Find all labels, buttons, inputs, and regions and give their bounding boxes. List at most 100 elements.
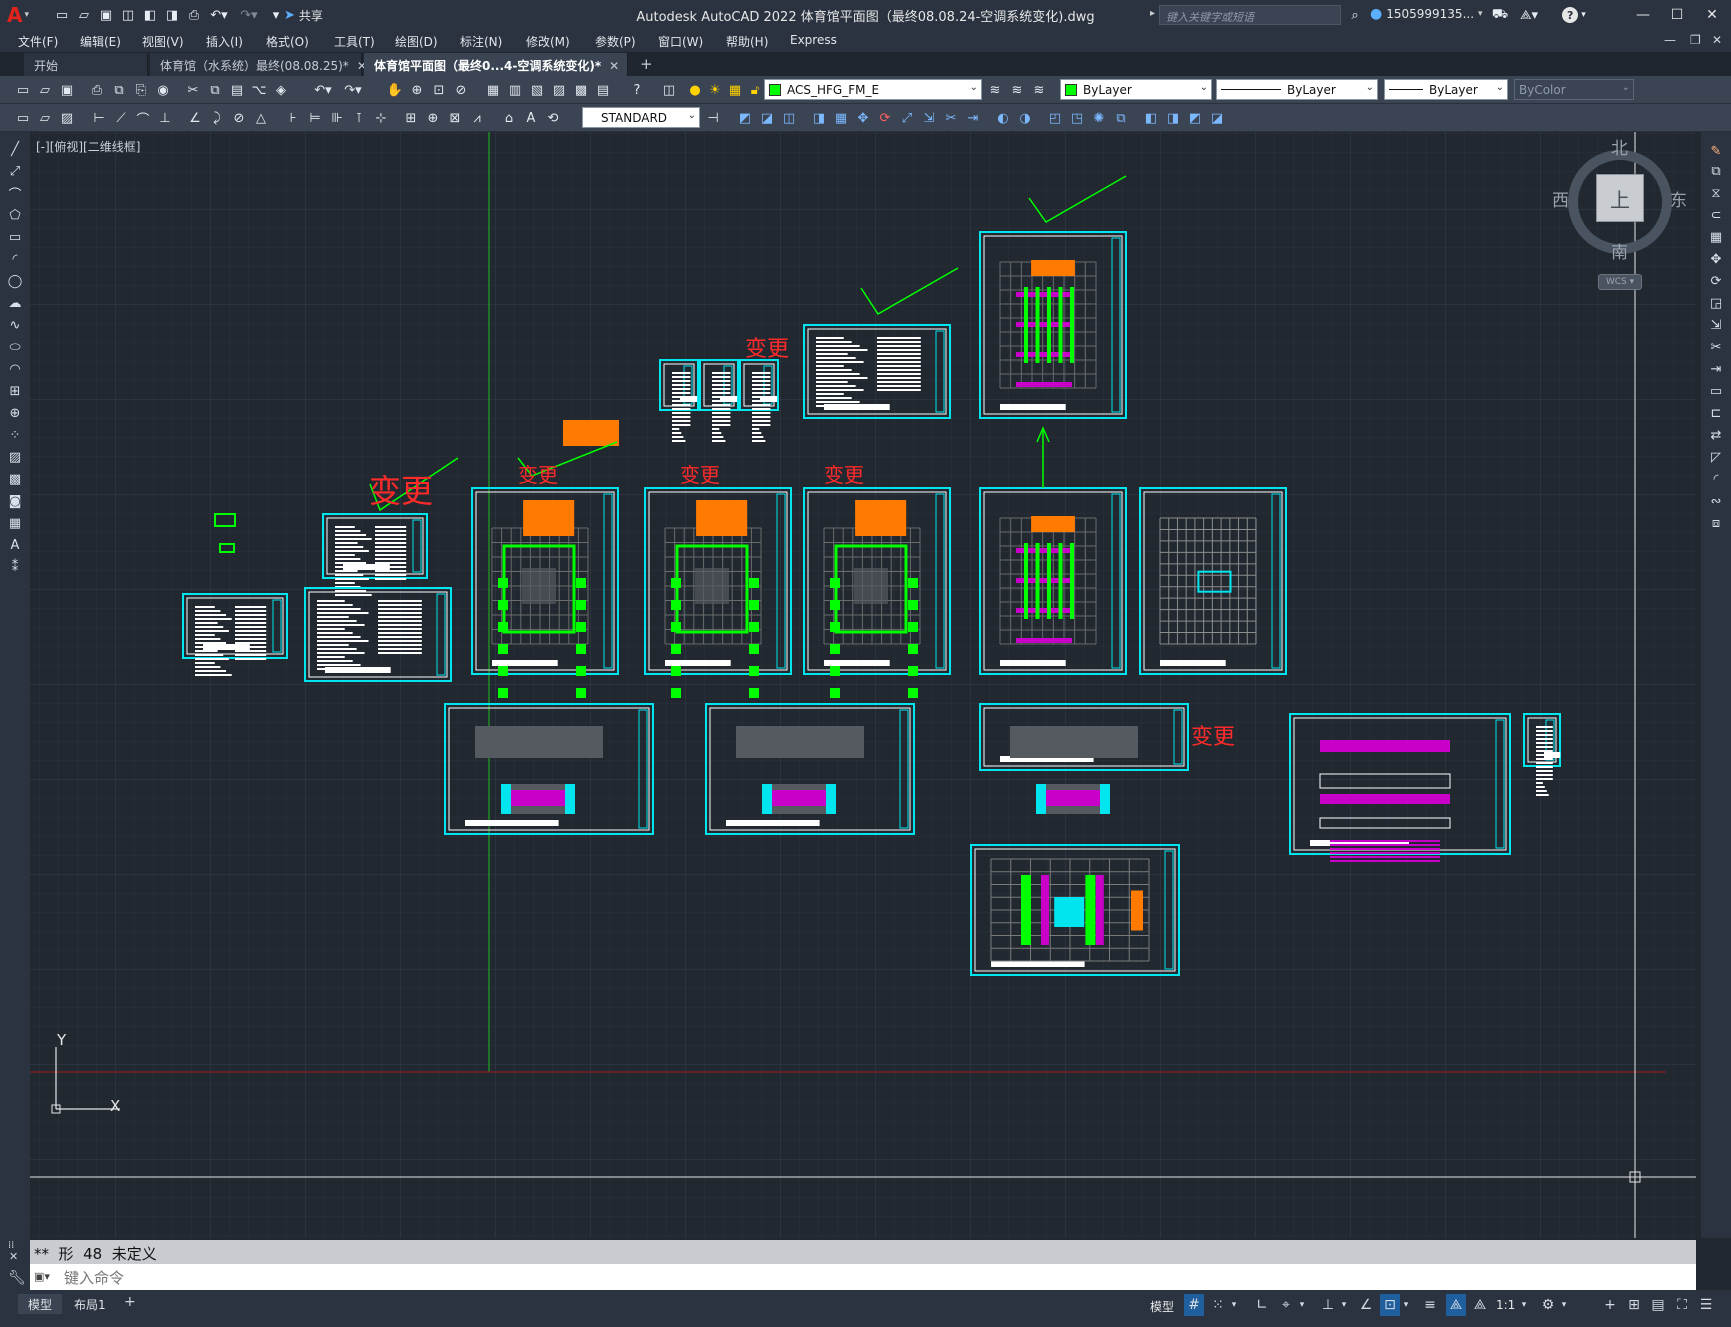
plot-icon[interactable]: ⎙ xyxy=(184,5,204,25)
command-window-handle[interactable]: ⁞⁞ ✕ 🔧︎ xyxy=(0,1238,30,1290)
linear-dimension-icon[interactable]: ⊢ xyxy=(90,109,108,127)
annotation-visibility-icon[interactable]: ⟁ xyxy=(1446,1294,1466,1316)
search-icon[interactable]: ⌕ xyxy=(1345,5,1365,25)
point-icon[interactable]: ⁘ xyxy=(6,426,24,444)
arc-length-icon[interactable]: ⌒ xyxy=(134,109,152,128)
offset-icon[interactable]: ◨ xyxy=(810,109,828,127)
draw-order-icon[interactable]: ⧉ xyxy=(1112,109,1130,127)
dynamic-input-icon[interactable]: ⌖ xyxy=(1276,1294,1296,1316)
make-current-layer-icon[interactable]: ≋ xyxy=(986,81,1004,99)
stretch-icon[interactable]: ⇲ xyxy=(920,109,938,127)
app-menu-button[interactable]: A ▾ xyxy=(6,3,30,27)
minimize-button[interactable]: — xyxy=(1628,3,1658,27)
viewcube-top-face[interactable]: 上 xyxy=(1596,174,1644,222)
menu-file[interactable]: 文件(F) xyxy=(18,33,58,50)
calculator-icon[interactable]: ▤ xyxy=(594,81,612,99)
infer-constraints-icon[interactable]: ∟ xyxy=(1252,1294,1272,1316)
extend-icon[interactable]: ⇥ xyxy=(964,109,982,127)
quick-dimension-icon[interactable]: ⊦ xyxy=(284,109,302,127)
ungroup-icon[interactable]: ◩ xyxy=(1186,109,1204,127)
zoom-window-icon[interactable]: ⊡ xyxy=(430,81,448,99)
dimension-break-icon[interactable]: ⊹ xyxy=(372,109,390,127)
join-icon[interactable]: ⇄ xyxy=(1707,426,1725,444)
search-input[interactable]: 键入关键字或短语 xyxy=(1159,5,1341,25)
jogged-dimension-icon[interactable]: ⤸ xyxy=(208,109,226,127)
close-button[interactable]: ✕ xyxy=(1697,3,1727,27)
plot-icon[interactable]: ⎙ xyxy=(88,81,106,99)
save-web-icon[interactable]: ◨ xyxy=(162,5,182,25)
gradient-icon[interactable]: ▩ xyxy=(6,470,24,488)
model-space-toggle[interactable]: 模型 xyxy=(1150,1298,1174,1315)
multileader-icon[interactable]: ▱ xyxy=(36,109,54,127)
viewport-freeze-icon[interactable]: ▦ xyxy=(726,81,744,99)
match-properties-icon[interactable]: ⌥ xyxy=(250,81,268,99)
copy-icon[interactable]: ⧉ xyxy=(1707,162,1725,180)
ellipse-arc-icon[interactable]: ◠ xyxy=(6,360,24,378)
compass-north-label[interactable]: 北 xyxy=(1611,134,1628,159)
quick-properties-icon[interactable]: ▤ xyxy=(1648,1294,1668,1316)
copy-object-icon[interactable]: ◪ xyxy=(758,109,776,127)
fullscreen-icon[interactable]: ⛶ xyxy=(1672,1294,1692,1316)
new-icon[interactable]: ▭ xyxy=(52,5,72,25)
paste-icon[interactable]: ▤ xyxy=(228,81,246,99)
lightbulb-icon[interactable]: ● xyxy=(686,81,704,99)
hatch-icon[interactable]: ▨ xyxy=(6,448,24,466)
save-icon[interactable]: ▣ xyxy=(58,81,76,99)
tab-start[interactable]: 开始 xyxy=(24,53,148,76)
ellipse-icon[interactable]: ⬭ xyxy=(6,338,24,356)
center-mark-icon[interactable]: ⊕ xyxy=(424,109,442,127)
array-icon[interactable]: ▦ xyxy=(832,109,850,127)
dimension-space-icon[interactable]: ⊺ xyxy=(350,109,368,127)
layer-properties-icon[interactable]: ◫ xyxy=(660,81,678,99)
chevron-down-icon[interactable]: ▾ xyxy=(1228,1294,1240,1316)
chamfer-icon[interactable]: ◸ xyxy=(1707,448,1725,466)
compass-west-label[interactable]: 西 xyxy=(1552,186,1569,211)
tab-model[interactable]: 模型 xyxy=(18,1294,63,1314)
radius-dimension-icon[interactable]: ∠ xyxy=(186,109,204,127)
command-input[interactable]: 键入命令 xyxy=(30,1264,1696,1290)
explode-icon[interactable]: ✺ xyxy=(1090,109,1108,127)
ortho-icon[interactable]: ⊥ xyxy=(1318,1294,1338,1316)
join-icon[interactable]: ◑ xyxy=(1016,109,1034,127)
blend-curves-icon[interactable]: ∾ xyxy=(1707,492,1725,510)
add-selected-icon[interactable]: ⁑ xyxy=(6,558,24,576)
chevron-down-icon[interactable]: ▾ xyxy=(1518,1294,1530,1316)
block-editor-icon[interactable]: ◈ xyxy=(272,81,290,99)
units-icon[interactable]: ⊞ xyxy=(1624,1294,1644,1316)
baseline-dimension-icon[interactable]: ⊨ xyxy=(306,109,324,127)
recent-commands-icon[interactable]: ▣▾ xyxy=(34,1270,50,1283)
multiline-text-icon[interactable]: A xyxy=(6,536,24,554)
extend-icon[interactable]: ⇥ xyxy=(1707,360,1725,378)
chamfer-icon[interactable]: ◰ xyxy=(1046,109,1064,127)
menu-view[interactable]: 视图(V) xyxy=(142,33,184,50)
mirror-icon[interactable]: ⧖ xyxy=(1707,184,1725,202)
undo-icon[interactable]: ↶▾ xyxy=(206,5,232,25)
pan-icon[interactable]: ✋ xyxy=(386,81,404,99)
make-block-icon[interactable]: ⊕ xyxy=(6,404,24,422)
autodesk-a360-icon[interactable]: ⟁▾ xyxy=(1515,5,1543,25)
ordinate-dimension-icon[interactable]: ⊥ xyxy=(156,109,174,127)
save-as-icon[interactable]: ◫ xyxy=(118,5,138,25)
workspace-gear-icon[interactable]: ⚙ xyxy=(1538,1294,1558,1316)
line-icon[interactable]: ╱ xyxy=(6,140,24,158)
restore-button[interactable]: ☐ xyxy=(1662,3,1692,27)
redo-icon[interactable]: ↷▾ xyxy=(340,81,366,99)
revision-cloud-icon[interactable]: ☁ xyxy=(6,294,24,312)
open-icon[interactable]: ▱ xyxy=(36,81,54,99)
dimension-style-dropdown[interactable]: STANDARD ⌄ xyxy=(582,107,700,128)
trim-icon[interactable]: ✂ xyxy=(1707,338,1725,356)
dimension-style-icon[interactable]: ⊣ xyxy=(704,109,722,127)
tab-layout1[interactable]: 布局1 xyxy=(64,1294,116,1314)
layer-previous-icon[interactable]: ≋ xyxy=(1008,81,1026,99)
menu-tools[interactable]: 工具(T) xyxy=(334,33,375,50)
diameter-dimension-icon[interactable]: ⊘ xyxy=(230,109,248,127)
add-layout-icon[interactable]: + xyxy=(124,1294,136,1310)
autoscale-icon[interactable]: ⟁ xyxy=(1470,1294,1490,1316)
menu-insert[interactable]: 插入(I) xyxy=(206,33,243,50)
new-tab-plus-icon[interactable]: + xyxy=(640,55,653,73)
rotate-icon[interactable]: ⟳ xyxy=(1707,272,1725,290)
spline-icon[interactable]: ∿ xyxy=(6,316,24,334)
wcs-menu-button[interactable]: WCS ▾ xyxy=(1598,274,1642,290)
explode-icon[interactable]: ⧈ xyxy=(1707,514,1725,532)
jogged-linear-icon[interactable]: ⩘ xyxy=(468,109,486,127)
